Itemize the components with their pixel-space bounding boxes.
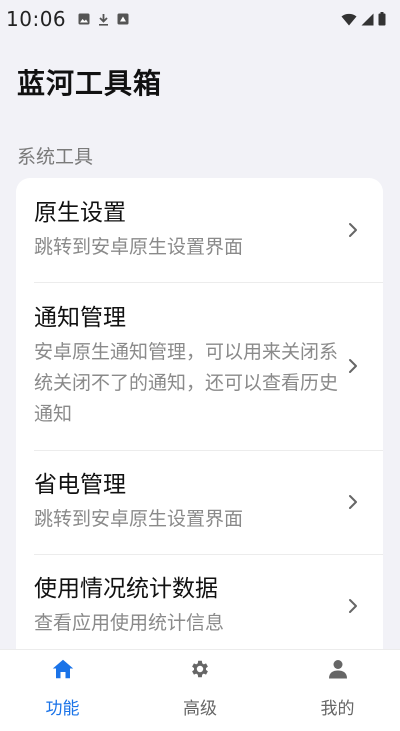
system-tools-card: 原生设置 跳转到安卓原生设置界面 通知管理 安卓原生通知管理，可以用来关闭系统关…	[16, 178, 383, 658]
nav-label: 高级	[183, 699, 217, 719]
system-icons	[341, 12, 386, 26]
nav-label: 我的	[320, 699, 355, 719]
item-title: 省电管理	[34, 471, 126, 498]
item-title: 使用情况统计数据	[34, 575, 218, 602]
download-icon	[98, 13, 109, 26]
list-item-power-management[interactable]: 省电管理 跳转到安卓原生设置界面	[16, 450, 383, 554]
page-title: 蓝河工具箱	[17, 67, 163, 100]
chevron-right-icon	[349, 599, 357, 613]
person-icon	[325, 656, 351, 682]
nav-tab-features[interactable]: 功能	[0, 650, 125, 731]
status-bar: 10:06	[0, 0, 400, 38]
item-desc: 跳转到安卓原生设置界面	[34, 235, 244, 258]
item-title: 原生设置	[34, 199, 126, 226]
list-item-notification-management[interactable]: 通知管理 安卓原生通知管理，可以用来关闭系统关闭不了的通知，还可以查看历史通知	[16, 282, 383, 450]
signal-icon	[361, 13, 374, 26]
home-icon	[50, 656, 76, 682]
status-time: 10:06	[6, 7, 67, 31]
item-desc: 跳转到安卓原生设置界面	[34, 507, 244, 530]
list-item-native-settings[interactable]: 原生设置 跳转到安卓原生设置界面	[16, 178, 383, 282]
nav-tab-advanced[interactable]: 高级	[138, 650, 263, 731]
image-icon	[78, 13, 90, 25]
battery-icon	[378, 12, 386, 26]
item-title: 通知管理	[34, 304, 126, 331]
bottom-nav: 功能 高级 我的	[0, 650, 400, 731]
gear-icon	[187, 656, 213, 682]
section-label: 系统工具	[17, 146, 94, 168]
list-item-usage-stats[interactable]: 使用情况统计数据 查看应用使用统计信息	[16, 554, 383, 658]
wifi-icon	[341, 13, 357, 26]
chevron-right-icon	[349, 223, 357, 237]
chevron-right-icon	[349, 495, 357, 509]
nav-label: 功能	[45, 699, 80, 719]
cast-icon	[117, 13, 129, 25]
item-desc: 安卓原生通知管理，可以用来关闭系统关闭不了的通知，还可以查看历史通知	[34, 340, 339, 425]
nav-tab-mine[interactable]: 我的	[275, 650, 400, 731]
notification-icons	[78, 13, 129, 26]
chevron-right-icon	[349, 359, 357, 373]
item-desc: 查看应用使用统计信息	[34, 611, 225, 634]
